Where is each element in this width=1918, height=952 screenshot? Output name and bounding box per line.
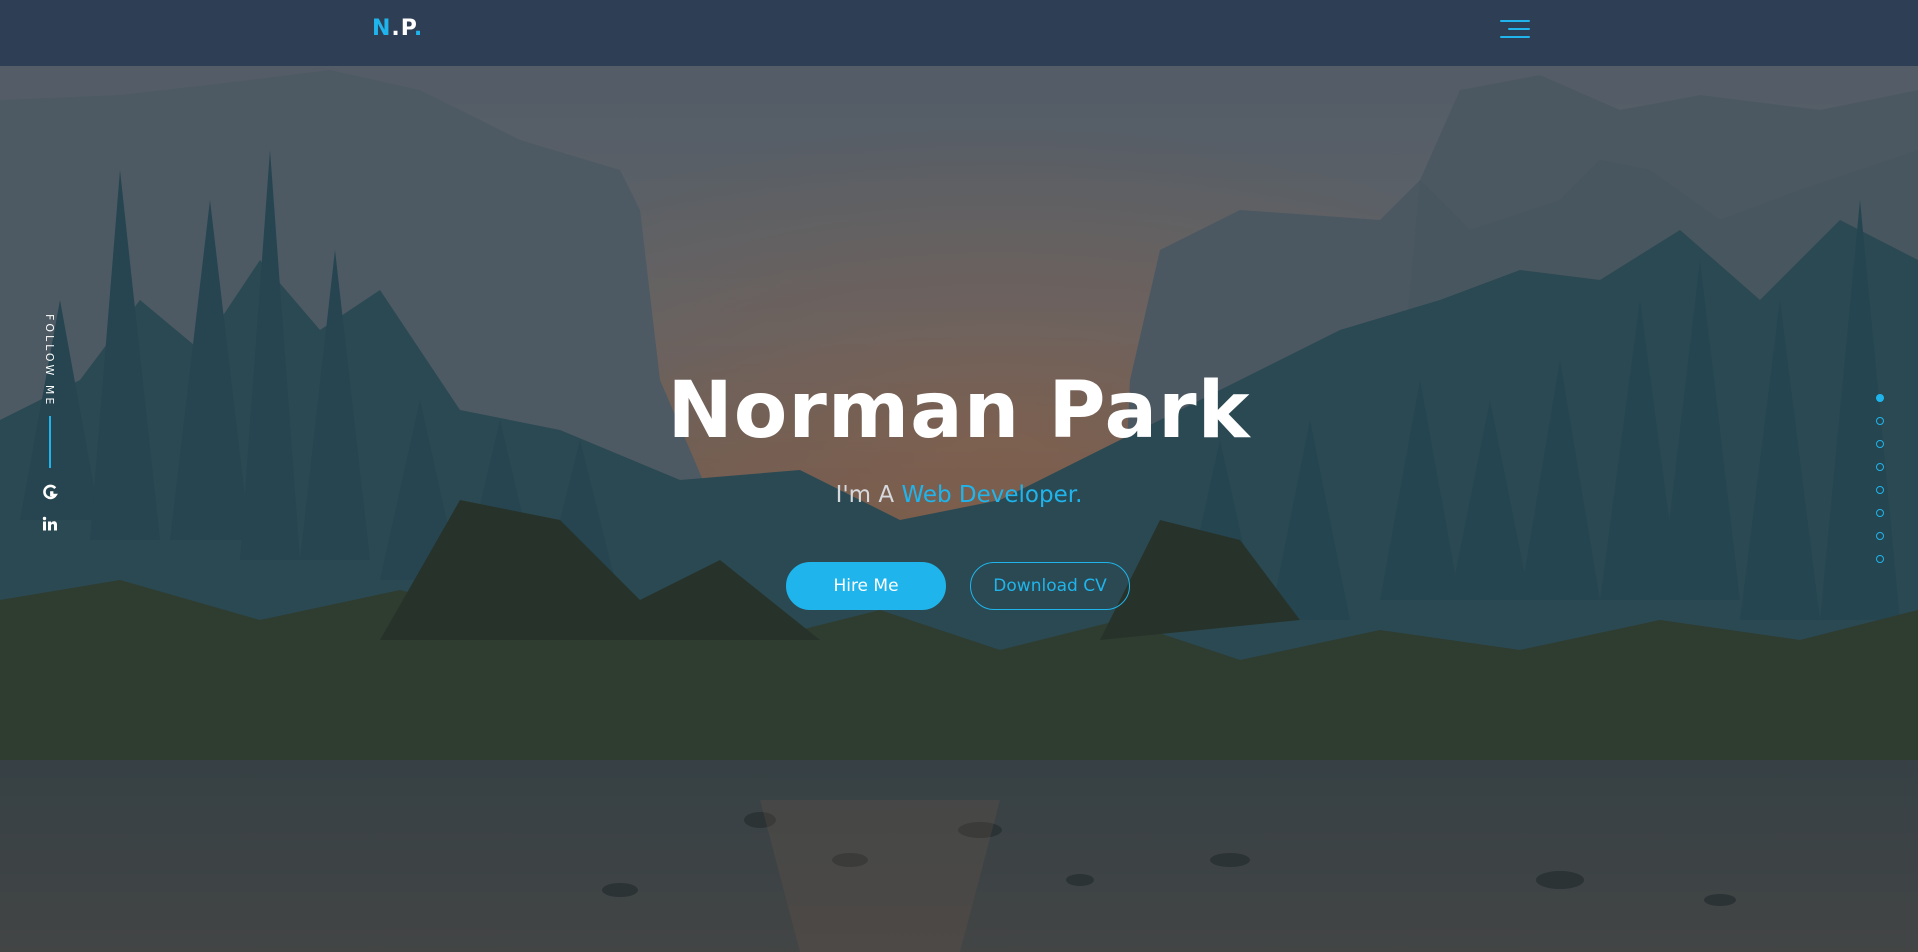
menu-line xyxy=(1500,36,1530,38)
logo-initial-n: N xyxy=(372,16,392,41)
follow-me-label: FOLLOW ME xyxy=(43,314,56,408)
section-dot-6[interactable] xyxy=(1876,509,1884,517)
logo-dot-accent: . xyxy=(413,16,424,41)
section-dot-1[interactable] xyxy=(1876,394,1884,402)
github-icon[interactable] xyxy=(42,484,58,500)
hero-role-text: Web Developer. xyxy=(901,482,1083,508)
section-dot-5[interactable] xyxy=(1876,486,1884,494)
logo-initial-p: P xyxy=(400,16,414,41)
hero-subtitle: I'm A Web Developer. xyxy=(0,482,1918,508)
logo-dot: . xyxy=(391,16,401,41)
section-dot-3[interactable] xyxy=(1876,440,1884,448)
follow-divider-line xyxy=(49,416,51,468)
menu-line xyxy=(1500,20,1530,22)
linkedin-icon[interactable] xyxy=(42,516,58,532)
hero-name-heading: Norman Park xyxy=(667,366,1251,456)
section-dot-7[interactable] xyxy=(1876,532,1884,540)
section-dot-2[interactable] xyxy=(1876,417,1884,425)
hire-me-button[interactable]: Hire Me xyxy=(786,562,946,610)
hero-section: Norman Park I'm A Web Developer. Hire Me… xyxy=(0,0,1918,952)
download-cv-button[interactable]: Download CV xyxy=(970,562,1130,610)
top-navbar: N.P. xyxy=(0,0,1918,66)
hero-intro-text: I'm A xyxy=(835,482,895,508)
section-dot-4[interactable] xyxy=(1876,463,1884,471)
hamburger-menu-icon[interactable] xyxy=(1496,18,1530,42)
menu-line xyxy=(1508,28,1530,30)
brand-logo[interactable]: N.P. xyxy=(372,16,423,41)
section-dot-8[interactable] xyxy=(1876,555,1884,563)
